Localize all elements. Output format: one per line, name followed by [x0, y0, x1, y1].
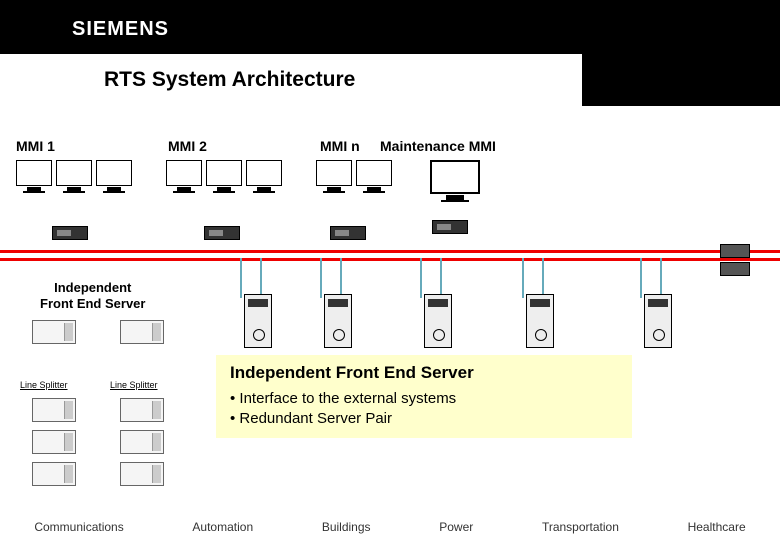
switch-icon: [204, 226, 240, 240]
monitor-icon: [96, 160, 132, 194]
footer-item: Healthcare: [688, 520, 746, 534]
rack-icon: [120, 320, 164, 344]
monitor-icon: [206, 160, 242, 194]
rack-icon: [32, 462, 76, 486]
network-bus-line: [0, 250, 780, 253]
network-bus-line: [0, 258, 780, 261]
footer-item: Communications: [34, 520, 123, 534]
connector-line: [660, 258, 662, 298]
server-icon: [526, 294, 554, 348]
callout-heading: Independent Front End Server: [230, 363, 618, 383]
independent-server-label: Independent Front End Server: [40, 280, 145, 311]
footer-item: Power: [439, 520, 473, 534]
callout-bullet: • Redundant Server Pair: [230, 409, 618, 429]
footer-item: Transportation: [542, 520, 619, 534]
rack-icon: [32, 398, 76, 422]
network-connector-icon: [720, 262, 750, 276]
monitor-icon: [356, 160, 392, 194]
switch-icon: [330, 226, 366, 240]
monitor-icon: [166, 160, 202, 194]
monitor-icon: [16, 160, 52, 194]
footer-item: Buildings: [322, 520, 371, 534]
connector-line: [522, 258, 524, 298]
label-mmi2: MMI 2: [168, 138, 207, 154]
label-mmin: MMI n: [320, 138, 360, 154]
connector-line: [240, 258, 242, 298]
top-bar: SIEMENS: [0, 0, 780, 54]
footer-nav: Communications Automation Buildings Powe…: [0, 520, 780, 534]
connector-line: [640, 258, 642, 298]
monitor-large-icon: [430, 160, 480, 204]
connector-line: [420, 258, 422, 298]
monitor-row: [0, 160, 780, 220]
callout-bullet: • Interface to the external systems: [230, 389, 618, 409]
monitor-icon: [246, 160, 282, 194]
line-splitter-label: Line Splitter: [20, 380, 68, 390]
connector-line: [440, 258, 442, 298]
rack-icon: [120, 398, 164, 422]
server-icon: [244, 294, 272, 348]
connector-line: [340, 258, 342, 298]
monitor-icon: [56, 160, 92, 194]
rack-icon: [120, 462, 164, 486]
monitor-icon: [316, 160, 352, 194]
rack-icon: [32, 320, 76, 344]
switch-icon: [52, 226, 88, 240]
rack-icon: [120, 430, 164, 454]
rack-icon: [32, 430, 76, 454]
switch-icon: [432, 220, 468, 234]
footer-item: Automation: [192, 520, 253, 534]
connector-line: [260, 258, 262, 298]
line-splitter-label: Line Splitter: [110, 380, 158, 390]
label-line: Front End Server: [40, 296, 145, 312]
connector-line: [320, 258, 322, 298]
server-icon: [324, 294, 352, 348]
siemens-logo: SIEMENS: [72, 18, 169, 41]
server-icon: [424, 294, 452, 348]
label-line: Independent: [40, 280, 145, 296]
callout-box: Independent Front End Server • Interface…: [216, 355, 632, 438]
connector-line: [542, 258, 544, 298]
title-black-extension: [582, 54, 780, 106]
network-connector-icon: [720, 244, 750, 258]
title-bar: RTS System Architecture: [90, 54, 582, 106]
page-title: RTS System Architecture: [104, 68, 355, 92]
server-icon: [644, 294, 672, 348]
label-mmi1: MMI 1: [16, 138, 55, 154]
label-maintenance: Maintenance MMI: [380, 138, 496, 154]
